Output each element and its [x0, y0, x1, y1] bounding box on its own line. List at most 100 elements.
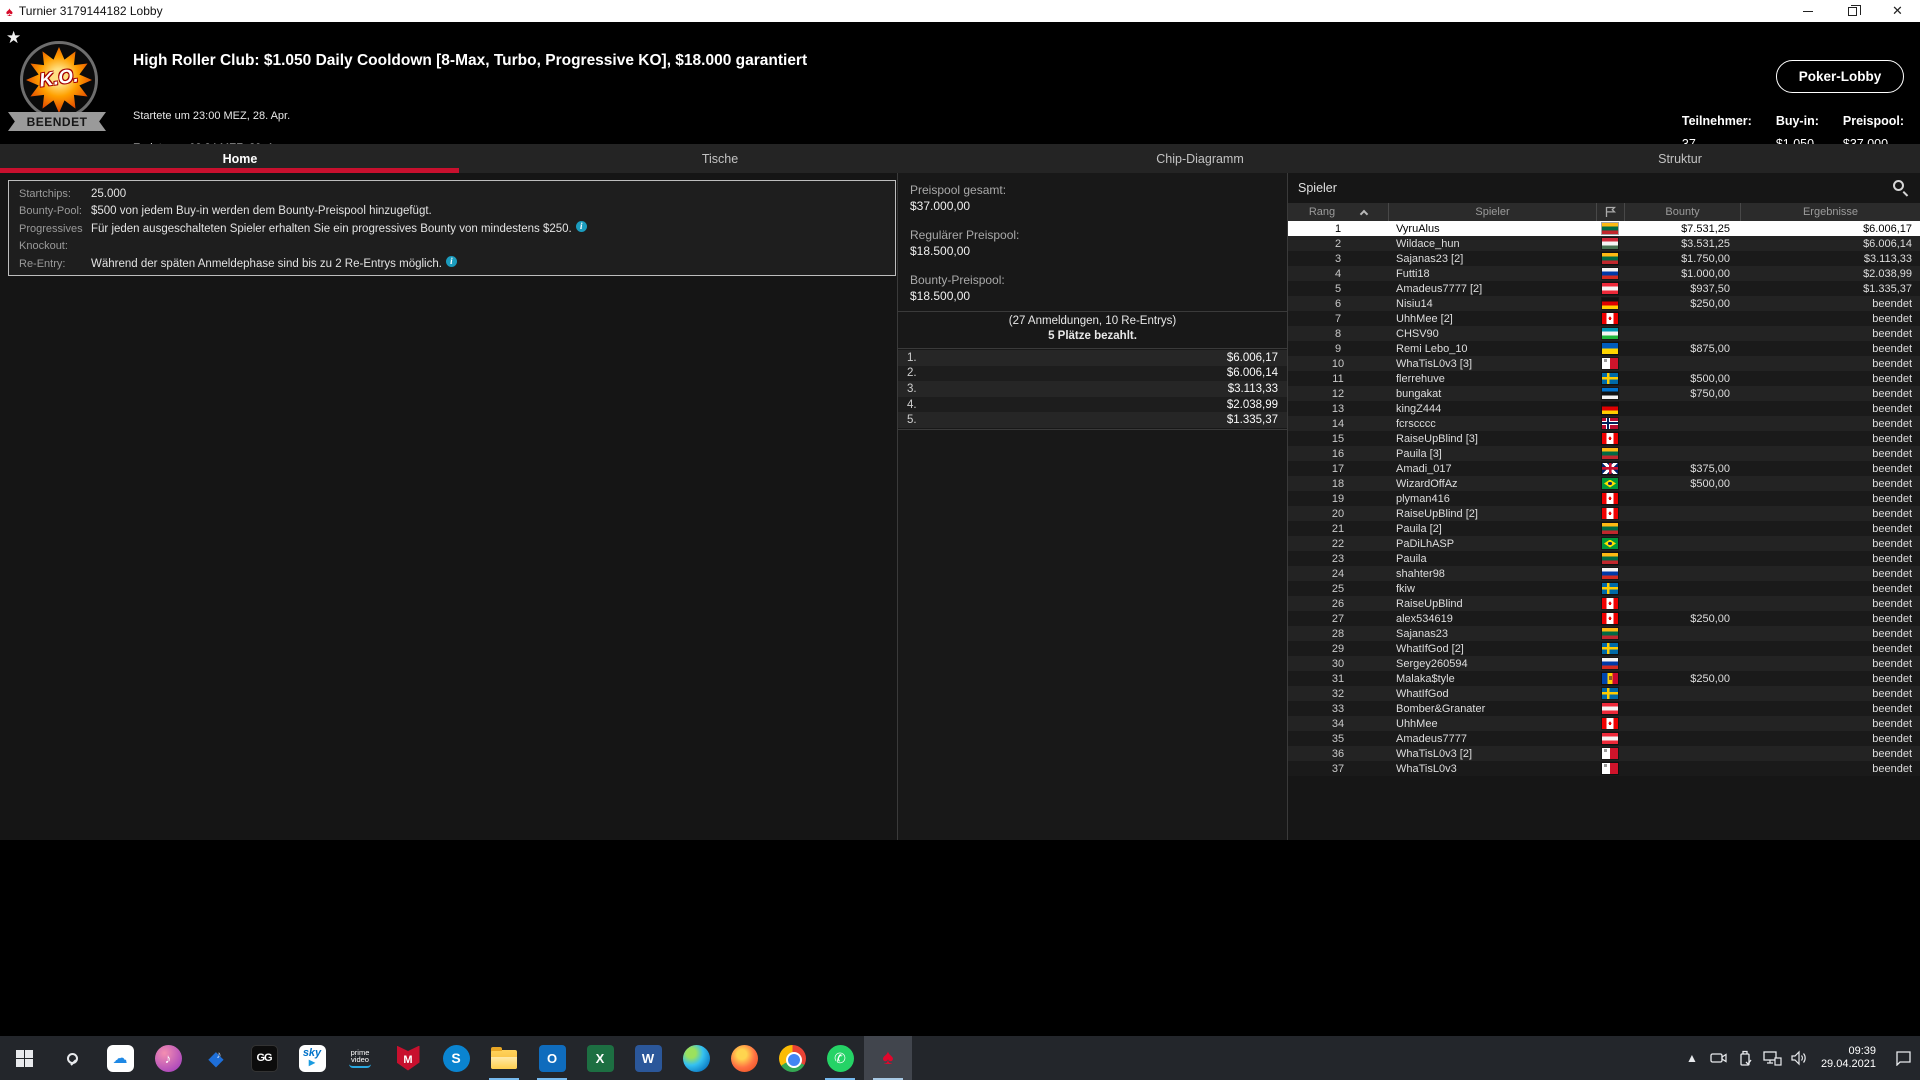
player-row[interactable]: 12 bungakat $750,00 beendet [1288, 386, 1920, 401]
player-row[interactable]: 9 Remi Lebo_10 $875,00 beendet [1288, 341, 1920, 356]
player-row[interactable]: 22 PaDiLhASP beendet [1288, 536, 1920, 551]
clock[interactable]: 09:39 29.04.2021 [1821, 1045, 1876, 1071]
player-result: beendet [1872, 612, 1912, 625]
player-row[interactable]: 4 Futti18 $1.000,00 $2.038,99 [1288, 266, 1920, 281]
taskbar-icon-icloud[interactable]: ☁ [96, 1036, 144, 1080]
player-name: Remi Lebo_10 [1396, 342, 1468, 355]
taskbar-icon-mcafee[interactable]: M [384, 1036, 432, 1080]
star-icon[interactable]: ★ [6, 28, 21, 48]
flag-ca-icon [1602, 432, 1618, 445]
player-rank: 17 [1331, 462, 1345, 475]
player-rank: 15 [1331, 432, 1345, 445]
column-header-flag[interactable] [1596, 203, 1624, 221]
bounty-pool-value: $18.500,00 [910, 289, 971, 303]
poker-lobby-button[interactable]: Poker-Lobby [1776, 60, 1904, 93]
flag-ca-icon [1602, 597, 1618, 610]
tab-struktur[interactable]: Struktur [1440, 144, 1920, 173]
taskbar-icon-edge[interactable] [672, 1036, 720, 1080]
close-button[interactable]: ✕ [1875, 0, 1920, 22]
tab-chip-diagramm[interactable]: Chip-Diagramm [960, 144, 1440, 173]
player-row[interactable]: 3 Sajanas23 [2] $1.750,00 $3.113,33 [1288, 251, 1920, 266]
taskbar-icon-windows-start[interactable] [0, 1036, 48, 1080]
player-row[interactable]: 15 RaiseUpBlind [3] beendet [1288, 431, 1920, 446]
player-row[interactable]: 6 Nisiu14 $250,00 beendet [1288, 296, 1920, 311]
taskbar-icon-outlook[interactable]: O [528, 1036, 576, 1080]
player-row[interactable]: 2 Wildace_hun $3.531,25 $6.006,14 [1288, 236, 1920, 251]
player-row[interactable]: 17 Amadi_017 $375,00 beendet [1288, 461, 1920, 476]
usb-icon[interactable] [1732, 1036, 1759, 1080]
column-header-bounty[interactable]: Bounty [1624, 203, 1740, 221]
tray-chevron-up-icon[interactable]: ▲ [1679, 1051, 1705, 1065]
player-rank: 27 [1331, 612, 1345, 625]
player-row[interactable]: 21 Pauila [2] beendet [1288, 521, 1920, 536]
taskbar-icon-whatsapp[interactable]: ✆ [816, 1036, 864, 1080]
info-icon[interactable]: i [445, 255, 457, 267]
taskbar-icon-word[interactable]: W [624, 1036, 672, 1080]
player-row[interactable]: 34 UhhMee beendet [1288, 716, 1920, 731]
volume-icon[interactable] [1786, 1036, 1813, 1080]
player-row[interactable]: 31 Malaka$tyle $250,00 beendet [1288, 671, 1920, 686]
maximize-button[interactable] [1830, 0, 1875, 22]
player-row[interactable]: 10 WhaTisL0v3 [3] beendet [1288, 356, 1920, 371]
player-row[interactable]: 19 plyman416 beendet [1288, 491, 1920, 506]
player-row[interactable]: 29 WhatIfGod [2] beendet [1288, 641, 1920, 656]
player-row[interactable]: 20 RaiseUpBlind [2] beendet [1288, 506, 1920, 521]
player-result: beendet [1872, 597, 1912, 610]
column-header-rank[interactable]: Rang [1288, 203, 1388, 221]
column-header-player[interactable]: Spieler [1388, 203, 1596, 221]
player-row[interactable]: 30 Sergey260594 beendet [1288, 656, 1920, 671]
player-row[interactable]: 25 fkiw beendet [1288, 581, 1920, 596]
player-row[interactable]: 13 kingZ444 beendet [1288, 401, 1920, 416]
player-name: bungakat [1396, 387, 1442, 400]
taskbar-icon-itunes[interactable]: ♪ [144, 1036, 192, 1080]
player-row[interactable]: 5 Amadeus7777 [2] $937,50 $1.335,37 [1288, 281, 1920, 296]
action-center-icon[interactable] [1886, 1036, 1920, 1080]
taskbar-icon-excel[interactable]: X [576, 1036, 624, 1080]
player-result: beendet [1872, 417, 1912, 430]
player-row[interactable]: 33 Bomber&Granater beendet [1288, 701, 1920, 716]
info-icon[interactable]: i [575, 220, 587, 232]
taskbar-icon-file-explorer[interactable] [480, 1036, 528, 1080]
player-bounty: $375,00 [1690, 462, 1730, 475]
player-row[interactable]: 18 WizardOffAz $500,00 beendet [1288, 476, 1920, 491]
player-row[interactable]: 24 shahter98 beendet [1288, 566, 1920, 581]
player-row[interactable]: 8 CHSV90 beendet [1288, 326, 1920, 341]
minimize-button[interactable] [1785, 0, 1830, 22]
player-rank: 28 [1331, 627, 1345, 640]
player-row[interactable]: 1 VyruAlus $7.531,25 $6.006,17 [1288, 221, 1920, 236]
player-rank: 34 [1331, 717, 1345, 730]
player-row[interactable]: 14 fcrscccc beendet [1288, 416, 1920, 431]
taskbar-icon-prime-video[interactable]: prime video [336, 1036, 384, 1080]
player-row[interactable]: 36 WhaTisL0v3 [2] beendet [1288, 746, 1920, 761]
taskbar-icon-music-app[interactable]: ◆ ♪ [192, 1036, 240, 1080]
taskbar-icon-ggpoker[interactable]: GG [240, 1036, 288, 1080]
player-row[interactable]: 35 Amadeus7777 beendet [1288, 731, 1920, 746]
tab-tische[interactable]: Tische [480, 144, 960, 173]
player-row[interactable]: 7 UhhMee [2] beendet [1288, 311, 1920, 326]
taskbar-icon-skype[interactable]: S [432, 1036, 480, 1080]
player-row[interactable]: 32 WhatIfGod beendet [1288, 686, 1920, 701]
player-row[interactable]: 28 Sajanas23 beendet [1288, 626, 1920, 641]
player-result: beendet [1872, 567, 1912, 580]
player-row[interactable]: 23 Pauila beendet [1288, 551, 1920, 566]
taskbar-icon-pokerstars[interactable]: ♠ [864, 1036, 912, 1080]
search-icon[interactable] [1893, 180, 1904, 191]
player-row[interactable]: 16 Pauila [3] beendet [1288, 446, 1920, 461]
taskbar-icon-search[interactable] [48, 1036, 96, 1080]
player-row[interactable]: 37 WhaTisL0v3 beendet [1288, 761, 1920, 776]
player-rank: 14 [1331, 417, 1345, 430]
camera-icon[interactable] [1705, 1036, 1732, 1080]
player-row[interactable]: 11 flerrehuve $500,00 beendet [1288, 371, 1920, 386]
taskbar-icon-firefox[interactable] [720, 1036, 768, 1080]
player-row[interactable]: 26 RaiseUpBlind beendet [1288, 596, 1920, 611]
status-badge: BEENDET [8, 112, 106, 131]
prize-place: 3. [907, 382, 917, 395]
network-icon[interactable] [1759, 1036, 1786, 1080]
column-header-results[interactable]: Ergebnisse [1740, 203, 1920, 221]
taskbar-icon-chrome[interactable] [768, 1036, 816, 1080]
player-flag-cell [1596, 462, 1624, 475]
player-row[interactable]: 27 alex534619 $250,00 beendet [1288, 611, 1920, 626]
taskbar-icon-sky[interactable]: sky ▶ [288, 1036, 336, 1080]
player-flag-cell [1596, 522, 1624, 535]
tournament-info-panel: Startchips: 25.000 Bounty-Pool: $500 von je… [8, 180, 896, 276]
